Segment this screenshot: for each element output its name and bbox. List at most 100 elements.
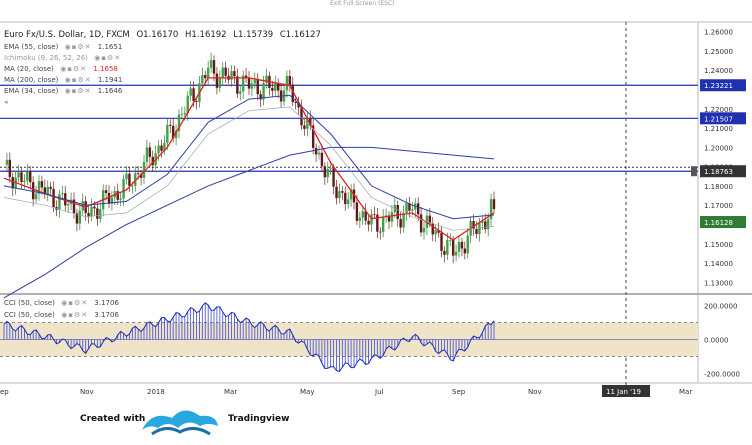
candle-body bbox=[160, 145, 163, 151]
legend-ema34[interactable]: EMA (34, close) ◉▪⚙✕ 1.1646 bbox=[4, 86, 122, 96]
price-tick-label: 1.26000 bbox=[704, 29, 733, 37]
candle-body bbox=[107, 192, 111, 204]
candle-body bbox=[478, 223, 481, 235]
time-tick-label: ep bbox=[0, 388, 9, 396]
legend-cci-2[interactable]: CCI (50, close) ◉▪⚙✕ 3.1706 bbox=[4, 310, 119, 320]
candle-body bbox=[370, 214, 373, 225]
candle-body bbox=[329, 168, 332, 170]
price-tick-label: 1.21000 bbox=[704, 125, 733, 133]
candle-body bbox=[215, 73, 219, 88]
candle-body bbox=[250, 83, 254, 89]
candle-body bbox=[192, 88, 195, 101]
candle-body bbox=[157, 145, 160, 154]
candle-body bbox=[145, 147, 149, 162]
cci-tick-label: -200.0000 bbox=[704, 371, 740, 379]
candle-body bbox=[411, 209, 414, 211]
candle-body bbox=[454, 251, 458, 256]
legend-controls-icon[interactable]: ◉▪⚙✕ bbox=[61, 310, 88, 320]
candle-body bbox=[46, 186, 49, 195]
cci-tick-label: 200.0000 bbox=[704, 303, 737, 311]
candle-body bbox=[475, 229, 478, 235]
legend-controls-icon[interactable]: ◉▪⚙✕ bbox=[65, 75, 92, 85]
candle-body bbox=[484, 221, 487, 230]
time-tick-label: 2018 bbox=[147, 388, 165, 396]
price-tick-label: 1.17000 bbox=[704, 202, 733, 210]
legend-controls-icon[interactable]: ◉▪⚙✕ bbox=[65, 42, 92, 52]
price-tick-label: 1.13000 bbox=[704, 279, 733, 287]
candle-body bbox=[195, 100, 198, 102]
candle-body bbox=[373, 214, 376, 216]
candle-body bbox=[221, 67, 224, 79]
candle-body bbox=[440, 232, 443, 251]
time-tick-label: 11 Jan '19 bbox=[606, 388, 641, 396]
ohlc-low: L1.15739 bbox=[233, 30, 274, 40]
ichimoku-line bbox=[3, 106, 495, 231]
candle-body bbox=[148, 147, 152, 157]
candle-body bbox=[253, 79, 257, 84]
candle-body bbox=[320, 152, 324, 167]
candle-body bbox=[271, 87, 274, 91]
candle-body bbox=[201, 75, 204, 84]
exit-fullscreen-button[interactable]: Exit Full Screen (ESC) bbox=[330, 0, 394, 7]
candle-body bbox=[26, 171, 29, 181]
legend-ichimoku[interactable]: Ichimoku (9, 26, 52, 26) ◉▪⚙✕ bbox=[4, 53, 121, 63]
candle-body bbox=[402, 212, 405, 228]
candle-body bbox=[457, 241, 461, 252]
candle-body bbox=[218, 78, 222, 88]
candle-body bbox=[93, 206, 96, 209]
candle-body bbox=[206, 67, 210, 79]
label-marker-icon bbox=[691, 166, 697, 177]
candle-body bbox=[233, 71, 236, 77]
legend-controls-icon[interactable]: ◉▪⚙✕ bbox=[65, 86, 92, 96]
candle-body bbox=[274, 83, 277, 91]
candle-body bbox=[323, 166, 327, 178]
candle-body bbox=[262, 82, 265, 100]
legend-controls-icon[interactable]: ◉▪⚙✕ bbox=[94, 53, 121, 63]
candle-body bbox=[180, 114, 184, 116]
candle-body bbox=[416, 203, 420, 215]
candle-body bbox=[332, 168, 335, 187]
price-tick-label: 1.18000 bbox=[704, 183, 733, 191]
candle-body bbox=[23, 180, 26, 182]
candle-body bbox=[125, 173, 128, 180]
candle-body bbox=[122, 179, 125, 199]
legend-collapse-icon[interactable]: ◂ bbox=[4, 97, 8, 107]
legend-ma200[interactable]: MA (200, close) ◉▪⚙✕ 1.1941 bbox=[4, 75, 122, 85]
legend-ma20[interactable]: MA (20, close) ◉▪⚙✕ 1.1658 bbox=[4, 64, 118, 74]
price-label-text: 1.21507 bbox=[704, 115, 733, 123]
candle-body bbox=[104, 190, 108, 193]
legend-controls-icon[interactable]: ◉▪⚙✕ bbox=[61, 298, 88, 308]
time-tick-label: Nov bbox=[80, 388, 94, 396]
candle-body bbox=[399, 219, 402, 228]
legend-controls-icon[interactable]: ◉▪⚙✕ bbox=[60, 64, 87, 74]
legend-cci-1[interactable]: CCI (50, close) ◉▪⚙✕ 3.1706 bbox=[4, 298, 119, 308]
candle-body bbox=[346, 199, 350, 205]
candle-body bbox=[381, 216, 385, 232]
candle-body bbox=[96, 208, 99, 219]
candle-body bbox=[40, 181, 44, 188]
time-tick-label: Sep bbox=[452, 388, 466, 396]
candle-body bbox=[34, 193, 38, 200]
candle-body bbox=[326, 169, 329, 178]
candle-body bbox=[247, 77, 251, 89]
legend-ema55[interactable]: EMA (55, close) ◉▪⚙✕ 1.1651 bbox=[4, 42, 122, 52]
candle-body bbox=[189, 88, 192, 96]
candle-body bbox=[8, 159, 12, 178]
candle-body bbox=[358, 217, 362, 221]
candle-body bbox=[446, 240, 449, 255]
candle-body bbox=[449, 240, 452, 241]
time-tick-label: Nov bbox=[528, 388, 542, 396]
candle-body bbox=[367, 220, 370, 225]
candle-body bbox=[361, 211, 364, 218]
candle-body bbox=[49, 186, 52, 189]
cci-tick-label: 0.0000 bbox=[704, 337, 729, 345]
ohlc-high: H1.16192 bbox=[185, 30, 227, 40]
candle-body bbox=[224, 67, 227, 76]
candle-body bbox=[166, 124, 169, 143]
candle-body bbox=[128, 173, 131, 186]
candle-body bbox=[259, 94, 262, 100]
price-label-text: 1.18763 bbox=[704, 168, 733, 176]
candle-body bbox=[317, 152, 321, 155]
candle-body bbox=[136, 173, 140, 175]
tradingview-logo-icon bbox=[142, 410, 218, 436]
